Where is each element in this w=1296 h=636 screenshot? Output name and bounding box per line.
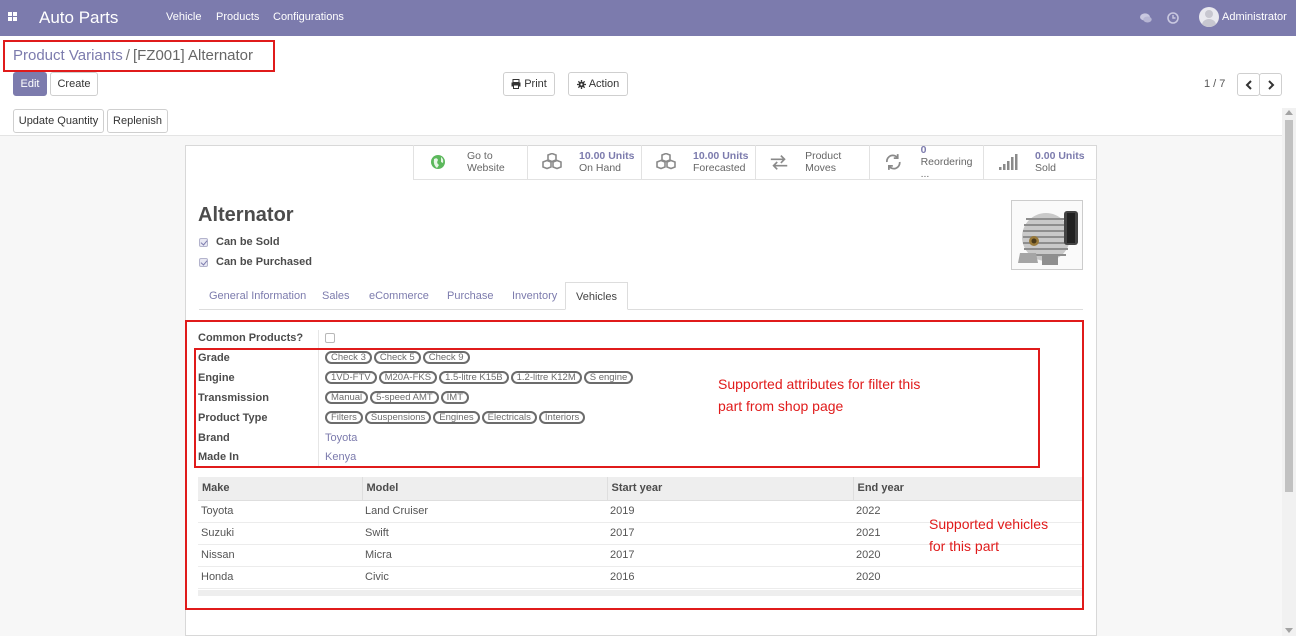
- scroll-down-arrow-icon[interactable]: [1285, 628, 1293, 633]
- can-be-sold-checkbox[interactable]: [199, 237, 208, 247]
- forecasted-label: Forecasted: [693, 162, 746, 174]
- tab-sales[interactable]: Sales: [322, 282, 350, 310]
- scroll-up-arrow-icon[interactable]: [1285, 110, 1293, 115]
- annotation-vehicles-line2: for this part: [929, 538, 1000, 554]
- smart-button-website-line2: Website: [467, 162, 505, 174]
- tab-vehicles[interactable]: Vehicles: [565, 282, 628, 310]
- user-avatar[interactable]: [1199, 7, 1219, 27]
- forecasted-value: 10.00 Units: [693, 150, 749, 162]
- action-label: Action: [588, 78, 620, 90]
- create-button[interactable]: Create: [50, 72, 98, 96]
- annotation-vehicles: Supported vehicles for this part: [929, 513, 1048, 557]
- reordering-value: 0: [920, 144, 927, 156]
- smart-button-sold[interactable]: 0.00 Units Sold: [983, 145, 1097, 180]
- smart-button-website-line1: Go to: [467, 150, 493, 162]
- user-name[interactable]: Administrator: [1222, 11, 1287, 23]
- on-hand-value: 10.00 Units: [579, 150, 635, 162]
- can-be-sold-row: Can be Sold: [199, 235, 280, 249]
- gear-icon: [576, 79, 586, 89]
- pager-value[interactable]: 1 / 7: [1204, 78, 1225, 90]
- sold-label: Sold: [1035, 162, 1057, 174]
- scrollbar-thumb[interactable]: [1285, 120, 1293, 492]
- annotation-vehicles-line1: Supported vehicles: [929, 516, 1049, 532]
- tab-inventory[interactable]: Inventory: [512, 282, 557, 310]
- menu-configurations[interactable]: Configurations: [273, 11, 344, 23]
- alternator-image: [1012, 201, 1082, 269]
- refresh-icon: [886, 154, 901, 170]
- print-label: Print: [524, 78, 547, 90]
- reordering-label: Reordering ...: [920, 156, 973, 180]
- scrollbar[interactable]: [1282, 108, 1296, 636]
- tab-ecommerce[interactable]: eCommerce: [369, 282, 429, 310]
- can-be-sold-label: Can be Sold: [216, 236, 280, 248]
- edit-button[interactable]: Edit: [13, 72, 47, 96]
- smart-button-product-moves[interactable]: Product Moves: [755, 145, 869, 180]
- tab-general-information[interactable]: General Information: [209, 282, 306, 310]
- smart-button-website[interactable]: Go to Website: [413, 145, 527, 180]
- update-quantity-button[interactable]: Update Quantity: [13, 109, 104, 133]
- can-be-purchased-row: Can be Purchased: [199, 255, 312, 269]
- product-name[interactable]: Alternator: [198, 204, 294, 227]
- can-be-purchased-label: Can be Purchased: [216, 256, 312, 268]
- chat-icon[interactable]: [1139, 11, 1153, 25]
- sold-value: 0.00 Units: [1035, 150, 1085, 162]
- chevron-left-icon: [1245, 79, 1252, 90]
- menu-vehicle[interactable]: Vehicle: [166, 11, 201, 23]
- highlight-box-breadcrumb: [3, 40, 275, 72]
- smart-button-reordering[interactable]: 0 Reordering ...: [869, 144, 983, 180]
- replenish-button[interactable]: Replenish: [107, 109, 168, 133]
- menu-products[interactable]: Products: [216, 11, 259, 23]
- activity-clock-icon[interactable]: [1166, 11, 1180, 25]
- app-name[interactable]: Auto Parts: [39, 8, 118, 28]
- cubes-icon: [656, 153, 676, 170]
- chevron-right-icon: [1267, 79, 1274, 90]
- globe-icon: [431, 155, 445, 169]
- signal-icon: [999, 154, 1018, 170]
- cubes-icon: [542, 153, 562, 170]
- print-icon: [511, 79, 521, 89]
- notebook-tabs: General Information Sales eCommerce Purc…: [199, 282, 1083, 310]
- smart-button-forecasted[interactable]: 10.00 Units Forecasted: [641, 145, 755, 180]
- pager-previous-button[interactable]: [1237, 73, 1260, 96]
- can-be-purchased-checkbox[interactable]: [199, 257, 208, 267]
- product-moves-label: Product Moves: [805, 150, 842, 174]
- exchange-icon: [770, 155, 788, 170]
- pager-next-button[interactable]: [1259, 73, 1282, 96]
- product-image[interactable]: [1011, 200, 1083, 270]
- apps-menu-icon[interactable]: [8, 12, 18, 22]
- top-navbar: Auto Parts Vehicle Products Configuratio…: [0, 0, 1296, 36]
- highlight-box-vehicles-tab: [185, 320, 1084, 610]
- smart-button-on-hand[interactable]: 10.00 Units On Hand: [527, 145, 641, 180]
- on-hand-label: On Hand: [579, 162, 622, 174]
- print-button[interactable]: Print: [503, 72, 555, 96]
- tab-purchase[interactable]: Purchase: [447, 282, 493, 310]
- action-button[interactable]: Action: [568, 72, 628, 96]
